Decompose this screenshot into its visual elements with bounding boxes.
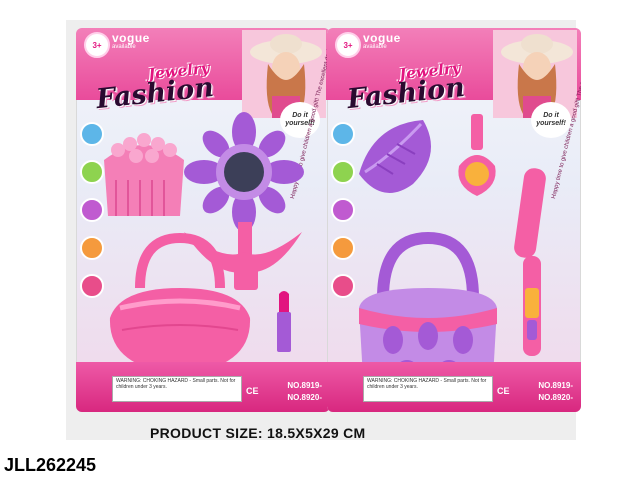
diy-badge: Do it yourself! (531, 102, 571, 138)
age-badge: 3+ (84, 32, 110, 58)
earring-icon (331, 236, 355, 260)
brand-label: vogue (112, 31, 150, 45)
side-icon-strip (331, 122, 355, 342)
leaf-hairclip-toy (359, 120, 431, 193)
hair-dryer-toy (514, 168, 546, 356)
brand-label: vogue (363, 31, 401, 45)
age-badge: 3+ (335, 32, 361, 58)
brand-sub-label: available (363, 44, 387, 50)
blister-card-left: 3+ vogue available Jewelry Fashion Do it… (76, 28, 330, 412)
product-size-caption: PRODUCT SIZE: 18.5X5X29 CM (150, 425, 366, 441)
necklace-icon (331, 198, 355, 222)
warning-label: WARNING: CHOKING HAZARD - Small parts. N… (363, 376, 493, 402)
model-number-1: NO.8919- (287, 381, 322, 390)
model-number-1: NO.8919- (538, 381, 573, 390)
model-number-2: NO.8920- (287, 393, 322, 402)
warning-label: WARNING: CHOKING HAZARD - Small parts. N… (112, 376, 242, 402)
ce-mark: CE (497, 386, 510, 396)
product-code: JLL262245 (4, 455, 97, 475)
girl-photo (493, 30, 577, 118)
nail-polish-toy (458, 114, 496, 196)
bracelet-icon (331, 122, 355, 146)
blister-card-right: 3+ vogue available Jewelry Fashion Do it… (327, 28, 581, 412)
hairpin-icon (331, 274, 355, 298)
brand-sub-label: available (112, 44, 136, 50)
ce-mark: CE (246, 386, 259, 396)
model-number-2: NO.8920- (538, 393, 573, 402)
comb-toy (104, 133, 184, 216)
handbag-toy (109, 232, 251, 374)
ring-icon (331, 160, 355, 184)
lipstick-toy (277, 291, 291, 352)
